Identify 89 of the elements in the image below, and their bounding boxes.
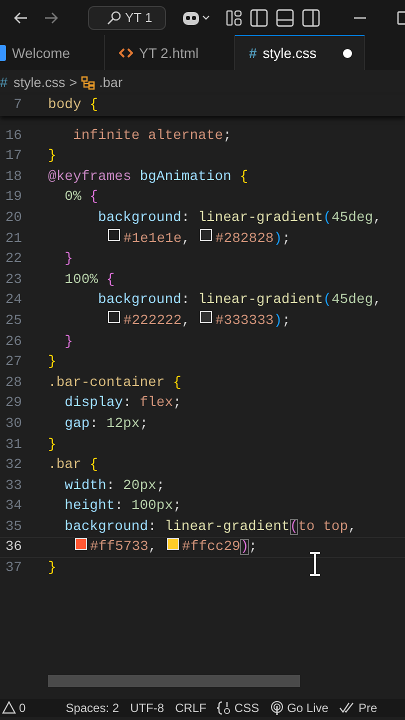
maximize-icon[interactable] <box>397 10 405 24</box>
code-text: background: linear-gradient(45deg, <box>98 291 382 310</box>
code-text: width: 20px; <box>64 476 165 496</box>
status-item[interactable]: Spaces: 2 <box>66 700 120 715</box>
line-number: 33 <box>4 476 22 496</box>
code-text: #282828); <box>215 230 290 249</box>
line-number: 26 <box>4 332 22 352</box>
color-swatch[interactable] <box>75 538 88 550</box>
broadcast-icon <box>270 700 284 715</box>
line-number: 37 <box>4 559 22 578</box>
sidebar-left-icon[interactable] <box>250 8 268 26</box>
code-text: #333333); <box>215 312 290 331</box>
color-swatch[interactable] <box>108 228 120 241</box>
code-text: .bar { <box>48 456 98 476</box>
code-text: @keyframes bgAnimation { <box>48 168 248 187</box>
editor-tab[interactable]: Welcome <box>0 35 105 70</box>
line-number: 22 <box>4 250 22 270</box>
line-number: 25 <box>4 312 22 331</box>
line-number: 34 <box>4 497 22 516</box>
line-number: 31 <box>4 436 22 454</box>
code-text: body { <box>48 96 98 115</box>
line-number: 16 <box>4 126 22 146</box>
hash-icon: # <box>249 45 257 61</box>
document-icon <box>0 44 6 60</box>
braces-icon <box>217 700 232 715</box>
code-text: } <box>48 353 56 372</box>
status-item[interactable]: UTF-8 <box>130 700 164 715</box>
status-item[interactable]: Pre <box>358 700 378 715</box>
color-swatch[interactable] <box>200 228 212 241</box>
code-text: #ff5733, <box>90 538 158 558</box>
code-text: background: linear-gradient(to top, <box>64 518 356 537</box>
color-swatch[interactable] <box>108 310 120 323</box>
code-text: .bar-container { <box>48 374 182 393</box>
warning-icon <box>2 701 16 714</box>
status-item[interactable]: CRLF <box>175 700 206 715</box>
code-text: } <box>64 250 74 270</box>
code-text: } <box>48 559 56 578</box>
code-brackets-icon <box>119 46 133 58</box>
breadcrumb-separator: > <box>69 75 78 90</box>
line-number: 23 <box>4 270 22 290</box>
line-number: 28 <box>4 374 22 393</box>
minimize-icon[interactable] <box>354 16 366 20</box>
line-number: 7 <box>12 96 22 115</box>
warning-count[interactable]: 0 <box>19 700 26 715</box>
line-number: 27 <box>4 353 22 372</box>
text-cursor-icon <box>307 552 323 576</box>
sidebar-right-icon[interactable] <box>302 8 320 26</box>
line-number: 24 <box>4 291 22 310</box>
line-number: 18 <box>4 168 22 187</box>
editor-tab[interactable]: # style.css <box>235 35 365 70</box>
line-number: 29 <box>4 394 22 414</box>
code-text: #ffcc29); <box>182 538 258 558</box>
code-text: height: 100px; <box>64 497 182 516</box>
symbol-tree-icon <box>81 76 96 90</box>
line-number: 32 <box>4 456 22 476</box>
line-number: 20 <box>4 208 22 228</box>
code-text: 0% { <box>64 188 98 208</box>
code-text: background: linear-gradient(45deg, <box>98 208 382 228</box>
code-text: #222222, <box>123 312 192 331</box>
code-text: #1e1e1e, <box>123 230 192 249</box>
line-number: 35 <box>4 518 22 537</box>
scrollbar[interactable] <box>48 674 300 687</box>
breadcrumb-item[interactable]: .bar <box>99 75 122 90</box>
code-text: gap: 12px; <box>64 414 148 434</box>
line-number: 19 <box>4 188 22 208</box>
line-number: 36 <box>4 538 22 558</box>
back-arrow-icon[interactable] <box>14 12 28 24</box>
line-number: 21 <box>4 230 22 249</box>
hash-icon: # <box>0 75 8 90</box>
line-number: 30 <box>4 414 22 434</box>
code-text: } <box>48 147 56 166</box>
search-field[interactable]: YT 1 <box>88 6 166 30</box>
color-swatch[interactable] <box>167 538 180 550</box>
panel-bottom-icon[interactable] <box>276 8 294 26</box>
robot-icon[interactable] <box>182 10 212 26</box>
code-text: 100% { <box>64 270 115 290</box>
code-text: } <box>48 436 56 454</box>
search-icon <box>107 10 121 24</box>
status-item[interactable]: Go Live <box>287 700 328 715</box>
forward-arrow-icon[interactable] <box>44 12 58 24</box>
breadcrumb-item[interactable]: style.css <box>14 75 66 90</box>
status-item[interactable]: CSS <box>234 700 260 715</box>
code-text: display: flex; <box>64 394 182 414</box>
color-swatch[interactable] <box>200 310 212 323</box>
layout-icon[interactable] <box>226 10 242 26</box>
line-number: 17 <box>4 147 22 166</box>
double-check-icon <box>339 702 356 714</box>
code-text: } <box>64 332 74 352</box>
code-text: infinite alternate; <box>73 126 232 146</box>
